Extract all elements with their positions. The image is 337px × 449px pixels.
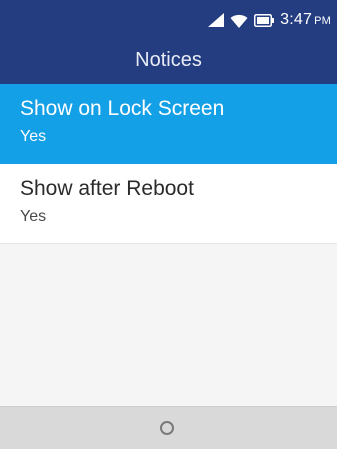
- list-item-value: Yes: [20, 128, 47, 145]
- list-item-value: Yes: [20, 208, 47, 225]
- battery-icon: [254, 13, 275, 27]
- clock-ampm: PM: [314, 14, 331, 27]
- list-item-label: Show on Lock Screen: [20, 97, 225, 120]
- list-item-show-on-lock-screen[interactable]: Show on Lock Screen Yes: [0, 84, 337, 164]
- status-icons: 3:47 PM: [208, 11, 331, 29]
- signal-icon: [208, 13, 225, 27]
- page-title: Notices: [135, 49, 202, 71]
- wifi-icon: [230, 13, 248, 28]
- notices-screen: 3:47 PM Notices Show on Lock Screen Yes S…: [0, 0, 337, 449]
- list-item-show-after-reboot[interactable]: Show after Reboot Yes: [0, 164, 337, 244]
- softkey-bar: [0, 406, 337, 449]
- clock: 3:47 PM: [280, 11, 331, 30]
- status-bar: 3:47 PM: [0, 0, 337, 38]
- settings-list: Show on Lock Screen Yes Show after Reboo…: [0, 84, 337, 244]
- header: 3:47 PM Notices: [0, 0, 337, 84]
- list-item-label: Show after Reboot: [20, 177, 194, 200]
- circle-select-icon[interactable]: [160, 421, 174, 435]
- clock-time: 3:47: [280, 10, 313, 28]
